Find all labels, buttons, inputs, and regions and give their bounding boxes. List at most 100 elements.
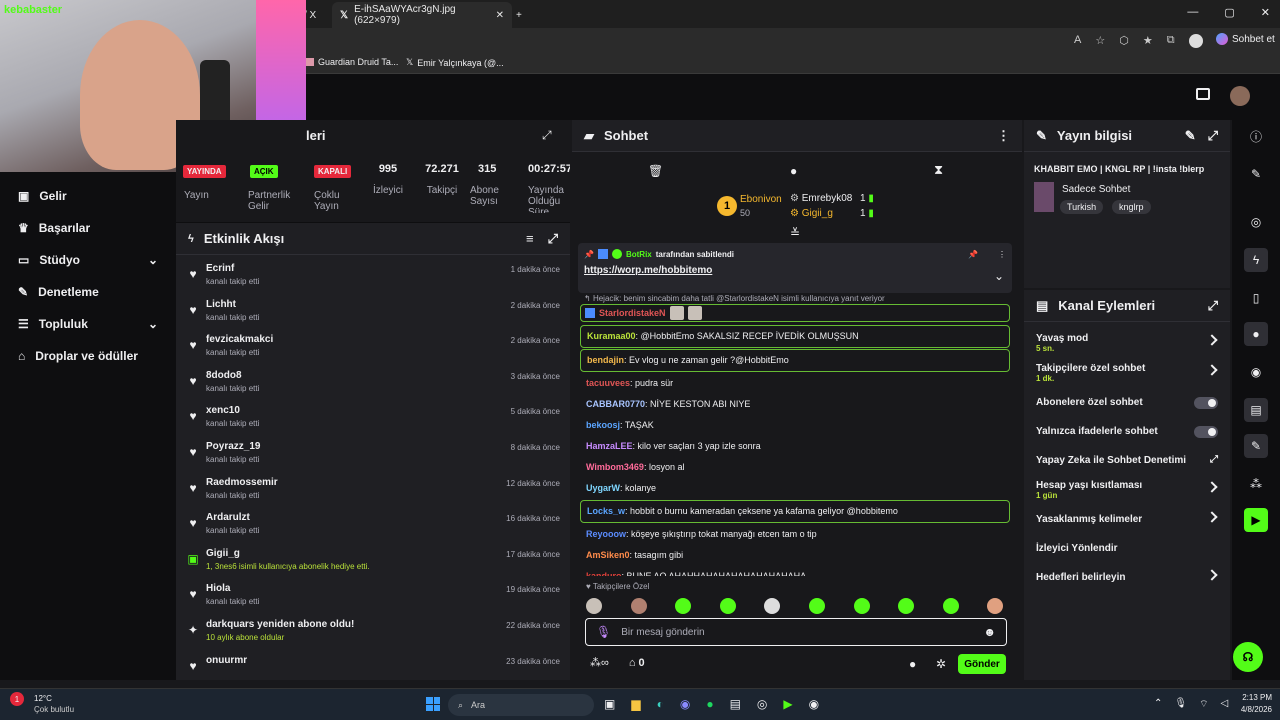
hourglass-icon[interactable]: ⧗ — [934, 162, 943, 178]
windows-start-icon[interactable] — [426, 697, 440, 711]
new-tab-button[interactable]: + — [508, 2, 530, 28]
pinned-link[interactable]: https://worp.me/hobbitemo — [584, 265, 1006, 276]
chat-bubble-icon[interactable]: ● — [909, 657, 916, 671]
channel-action-item[interactable]: Hedefleri belirleyin — [1024, 563, 1230, 592]
leader-name[interactable]: Ebonivon — [740, 194, 782, 205]
wrench-icon[interactable]: ✎ — [1244, 434, 1268, 458]
terminal-icon[interactable]: ▤ — [730, 697, 741, 711]
gear-icon[interactable]: ✲ — [936, 657, 946, 671]
unpin-icon[interactable]: 📌 — [968, 250, 978, 259]
popout-icon[interactable]: ⤢ — [548, 231, 558, 247]
discord-icon[interactable]: ◉ — [680, 697, 690, 711]
chevron-down-icon[interactable]: ≚ — [790, 226, 800, 240]
emote-icon[interactable] — [630, 598, 647, 614]
activity-item[interactable]: ♥ 8dodo8 kanalı takip etti 3 dakika önce — [176, 366, 570, 402]
taskbar-search[interactable]: ⌕ Ara — [448, 694, 594, 716]
channel-action-item[interactable]: Yasaklanmış kelimeler — [1024, 505, 1230, 534]
tag[interactable]: Turkish — [1060, 200, 1104, 214]
bookmark-item[interactable]: 𝕏 Emir Yalçınkaya (@... — [406, 57, 504, 68]
wifi-icon[interactable]: ⌔ — [1199, 698, 1208, 711]
spotify-icon[interactable]: ● — [706, 697, 713, 711]
activity-item[interactable]: ♥ fevzicakmakci kanalı takip etti 2 dakika … — [176, 330, 570, 366]
info-icon[interactable]: ⓘ — [1244, 124, 1268, 148]
volume-icon[interactable]: ◁ — [1221, 698, 1229, 711]
close-tab-icon[interactable]: ✕ — [496, 10, 504, 21]
chat-message[interactable]: Kuramaa00: @HobbitEmo SAKALSIZ RECEP İVE… — [580, 325, 1010, 348]
chat-message[interactable]: HamzaLEE: kilo ver saçları 3 yap izle so… — [580, 436, 1010, 457]
emote-icon[interactable] — [809, 598, 825, 614]
chat-input[interactable]: 🎙 Bir mesaj gönderin ☻ — [585, 618, 1007, 646]
bookmark-item[interactable]: Guardian Druid Ta... — [306, 57, 398, 67]
weather-desc[interactable]: Çok bulutlu — [34, 705, 74, 714]
collections-icon[interactable]: ⧉ — [1167, 34, 1175, 48]
chat-username[interactable]: Reyooow — [586, 529, 626, 539]
sidebar-item-gelir[interactable]: ▣ Gelir — [0, 180, 176, 212]
microphone-icon[interactable]: 🎙 — [1174, 698, 1187, 711]
chat-message[interactable]: kanduro: BUNE AQ AHAHHAHAHAHAHAHAHAHAHA — [580, 566, 1010, 576]
channel-action-item[interactable]: Abonelere özel sohbet — [1024, 388, 1230, 417]
points-icon[interactable]: ⁂∞ — [590, 656, 609, 669]
extensions-icon[interactable]: ⬡ — [1119, 34, 1129, 48]
sidebar-item-basarilar[interactable]: ♛ Başarılar — [0, 212, 176, 244]
channel-action-item[interactable]: Yapay Zeka ile Sohbet Denetimi ⤢ — [1024, 446, 1230, 475]
activity-item[interactable]: ♥ Lichht kanalı takip etti 2 dakika önce — [176, 295, 570, 331]
leader-name[interactable]: ⚙ Gigii_g — [790, 208, 833, 219]
chat-username[interactable]: Wimbom3469 — [586, 462, 644, 472]
file-explorer-icon[interactable]: ▆ — [631, 697, 640, 711]
activity-item[interactable]: ♥ Ardarulzt kanalı takip etti 16 dakika önc… — [176, 508, 570, 544]
bolt-icon[interactable]: ϟ — [1244, 248, 1268, 272]
chat-username[interactable]: tacuuvees — [586, 378, 630, 388]
chat-message[interactable]: bekoosj: TAŞAK — [580, 415, 1010, 436]
channel-action-item[interactable]: İzleyici Yönlendir — [1024, 534, 1230, 563]
chat-message[interactable]: CABBAR0770: NİYE KESTON ABI NIYE — [580, 394, 1010, 415]
emote-icon[interactable] — [853, 598, 870, 614]
activity-item[interactable]: ♥ Raedmossemir kanalı takip etti 12 dakika … — [176, 473, 570, 509]
microphone-icon[interactable]: 🎙 — [596, 625, 611, 639]
close-icon[interactable]: ✕ — [1261, 6, 1270, 19]
filter-icon[interactable]: ≡ — [526, 231, 534, 246]
clock[interactable]: 2:13 PM 4/8/2026 — [1232, 693, 1272, 714]
maximize-icon[interactable]: ▢ — [1224, 6, 1234, 19]
chat-message[interactable]: tacuuvees: pudra sür — [580, 373, 1010, 394]
popout-icon[interactable]: ⤢ — [1208, 298, 1218, 314]
pinned-message[interactable]: 📌 BotRix tarafından sabitlendi 📌 ⋮ https… — [578, 243, 1012, 293]
copilot-button[interactable]: Sohbet et — [1216, 33, 1275, 45]
favorites-icon[interactable]: ★ — [1143, 34, 1153, 48]
clip-icon[interactable]: ▶ — [1244, 508, 1268, 532]
document-icon[interactable]: ▯ — [1244, 286, 1268, 310]
chat-username[interactable]: bekoosj — [586, 420, 620, 430]
obs-icon[interactable]: ◉ — [809, 697, 819, 711]
channel-action-item[interactable]: Hesap yaşı kısıtlaması 1 gün — [1024, 475, 1230, 505]
popout-icon[interactable]: ⤢ — [542, 128, 552, 143]
minimize-icon[interactable]: — — [1187, 6, 1198, 19]
sidebar-item-denetleme[interactable]: ✎ Denetleme — [0, 276, 176, 308]
activity-item[interactable]: ♥ xenc10 kanalı takip etti 5 dakika önce — [176, 401, 570, 437]
chat-username[interactable]: kanduro — [586, 571, 622, 576]
kick-icon[interactable]: ▶ — [783, 697, 792, 711]
avatar[interactable] — [1230, 86, 1250, 106]
chat-username[interactable]: CABBAR0770 — [586, 399, 645, 409]
channel-action-item[interactable]: Takipçilere özel sohbet 1 dk. — [1024, 358, 1230, 388]
edit-icon[interactable]: ✎ — [1185, 128, 1196, 144]
favorite-star-icon[interactable]: ☆ — [1095, 34, 1105, 48]
chat-username[interactable]: HamzaLEE — [586, 441, 633, 451]
weather-temp[interactable]: 12°C — [34, 694, 52, 703]
edit-icon[interactable]: ✎ — [1244, 162, 1268, 186]
trash-icon[interactable]: 🗑 — [648, 164, 663, 178]
chat-message[interactable]: AmSiken0: tasagım gibi — [580, 545, 1010, 566]
category-name[interactable]: Sadece Sohbet — [1062, 184, 1130, 195]
chat-username[interactable]: Locks_w — [587, 506, 625, 516]
activity-item[interactable]: ♥ Poyrazz_19 kanalı takip etti 8 dakika önc… — [176, 437, 570, 473]
chevron-up-icon[interactable]: ⌃ — [1154, 698, 1162, 711]
tag[interactable]: knglrp — [1112, 200, 1151, 214]
read-aloud-icon[interactable]: A — [1074, 34, 1081, 48]
send-button[interactable]: Gönder — [958, 654, 1006, 674]
community-icon[interactable]: ⁂ — [1244, 472, 1268, 496]
chat-icon[interactable]: ● — [790, 164, 797, 178]
chat-icon[interactable]: ● — [1244, 322, 1268, 346]
emote-icon[interactable] — [586, 598, 602, 614]
theater-mode-icon[interactable] — [1196, 88, 1210, 100]
chat-username[interactable]: bendajin — [587, 355, 624, 365]
chat-message[interactable]: Wimbom3469: losyon al — [580, 457, 1010, 478]
more-menu-icon[interactable]: ⋮ — [998, 250, 1006, 259]
